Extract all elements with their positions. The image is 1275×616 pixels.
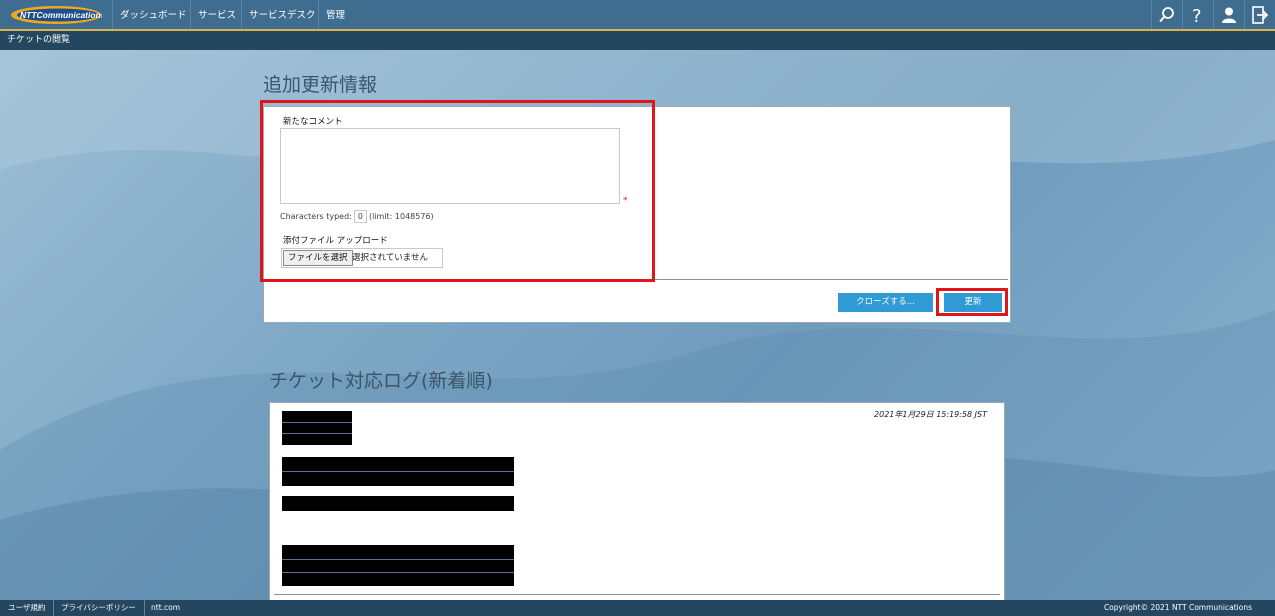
character-counter: Characters typed: 0 (limit: 1048576) (280, 210, 434, 223)
chars-typed-label: Characters typed: (280, 212, 352, 221)
brand-name: NTTCommunications (20, 10, 102, 20)
nav-item-admin[interactable]: 管理 (318, 0, 352, 29)
search-icon[interactable] (1151, 0, 1182, 29)
choose-file-button[interactable]: ファイルを選択 (283, 250, 353, 266)
update-panel: 新たなコメント * Characters typed: 0 (limit: 1048… (263, 106, 1011, 323)
nav-item-service[interactable]: サービス (190, 0, 243, 29)
user-icon[interactable] (1213, 0, 1244, 29)
copyright-text: Copyright© 2021 NTT Communications (1103, 603, 1252, 612)
required-mark: * (623, 196, 628, 206)
file-status-text: 選択されていません (352, 253, 428, 263)
redacted-block (282, 545, 514, 586)
redacted-block (282, 411, 352, 445)
redacted-block (282, 496, 514, 511)
redacted-separator (282, 559, 514, 560)
attachment-label: 添付ファイル アップロード (283, 236, 388, 246)
nav-item-service-desk[interactable]: サービスデスク (241, 0, 323, 29)
log-section-title: チケット対応ログ(新着順) (269, 370, 493, 392)
panel-divider (264, 279, 1008, 280)
ntt-communications-logo[interactable]: NTTCommunications (10, 5, 102, 25)
comment-textarea[interactable] (280, 128, 620, 204)
log-timestamp: 2021年1月29日 15:19:58 JST (874, 410, 987, 419)
update-section-title: 追加更新情報 (263, 74, 378, 96)
help-icon[interactable]: ? (1182, 0, 1213, 29)
redacted-separator (282, 471, 514, 472)
chars-typed-value: 0 (353, 210, 367, 223)
footer-link-ntt[interactable]: ntt.com (143, 600, 188, 616)
file-upload-input[interactable]: ファイルを選択 選択されていません (281, 248, 443, 268)
close-ticket-button[interactable]: クローズする... (838, 293, 933, 312)
comment-label: 新たなコメント (283, 117, 343, 127)
footer: ユーザ規約 プライバシーポリシー ntt.com Copyright© 2021… (0, 600, 1275, 616)
log-divider (274, 594, 1000, 595)
update-button[interactable]: 更新 (944, 293, 1002, 312)
nav-item-dashboard[interactable]: ダッシュボード (112, 0, 194, 29)
redacted-separator (282, 422, 352, 423)
chars-limit: (limit: 1048576) (368, 212, 434, 221)
redacted-separator (282, 433, 352, 434)
svg-text:?: ? (1192, 6, 1202, 24)
logout-icon[interactable] (1244, 0, 1275, 29)
footer-link-terms[interactable]: ユーザ規約 (0, 600, 55, 616)
ticket-log-panel: 2021年1月29日 15:19:58 JST (269, 402, 1005, 600)
redacted-separator (282, 572, 514, 573)
breadcrumb: チケットの閲覧 (0, 31, 1275, 50)
footer-link-privacy[interactable]: プライバシーポリシー (53, 600, 145, 616)
top-navigation-bar: NTTCommunications ダッシュボード サービス サービスデスク 管… (0, 0, 1275, 31)
